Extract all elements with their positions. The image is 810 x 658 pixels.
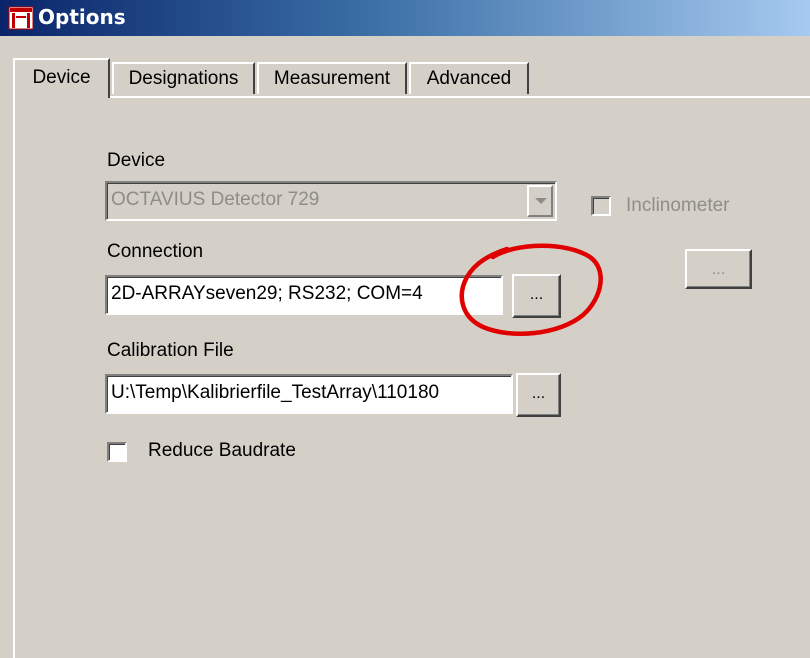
connection-label: Connection <box>107 241 204 262</box>
device-dropdown-button[interactable] <box>527 185 553 217</box>
reduce-baudrate-label: Reduce Baudrate <box>148 440 296 461</box>
tab-strip: Device Designations Measurement Advanced <box>13 58 793 98</box>
title-bar[interactable]: Options <box>0 0 810 36</box>
calibration-file-field[interactable]: U:\Temp\Kalibrierfile_TestArray\110180 <box>105 374 513 414</box>
chevron-down-icon <box>535 198 547 204</box>
connection-browse-button[interactable]: ... <box>512 274 561 318</box>
inclinometer-settings-button[interactable]: ... <box>685 249 752 289</box>
inclinometer-label: Inclinometer <box>626 195 730 216</box>
tab-device[interactable]: Device <box>13 58 110 98</box>
connection-field[interactable]: 2D-ARRAYseven29; RS232; COM=4 <box>105 275 503 315</box>
tab-measurement[interactable]: Measurement <box>257 62 407 94</box>
device-label: Device <box>107 150 166 171</box>
calibration-file-label: Calibration File <box>107 340 234 361</box>
inclinometer-checkbox[interactable] <box>591 196 611 216</box>
options-app-icon <box>8 6 34 30</box>
window-title: Options <box>38 5 126 29</box>
reduce-baudrate-checkbox[interactable] <box>107 442 127 462</box>
device-select[interactable]: OCTAVIUS Detector 729 <box>105 181 557 221</box>
tab-designations[interactable]: Designations <box>112 62 255 94</box>
tab-advanced[interactable]: Advanced <box>409 62 529 94</box>
device-select-value: OCTAVIUS Detector 729 <box>111 189 320 210</box>
calibration-file-browse-button[interactable]: ... <box>516 373 561 417</box>
